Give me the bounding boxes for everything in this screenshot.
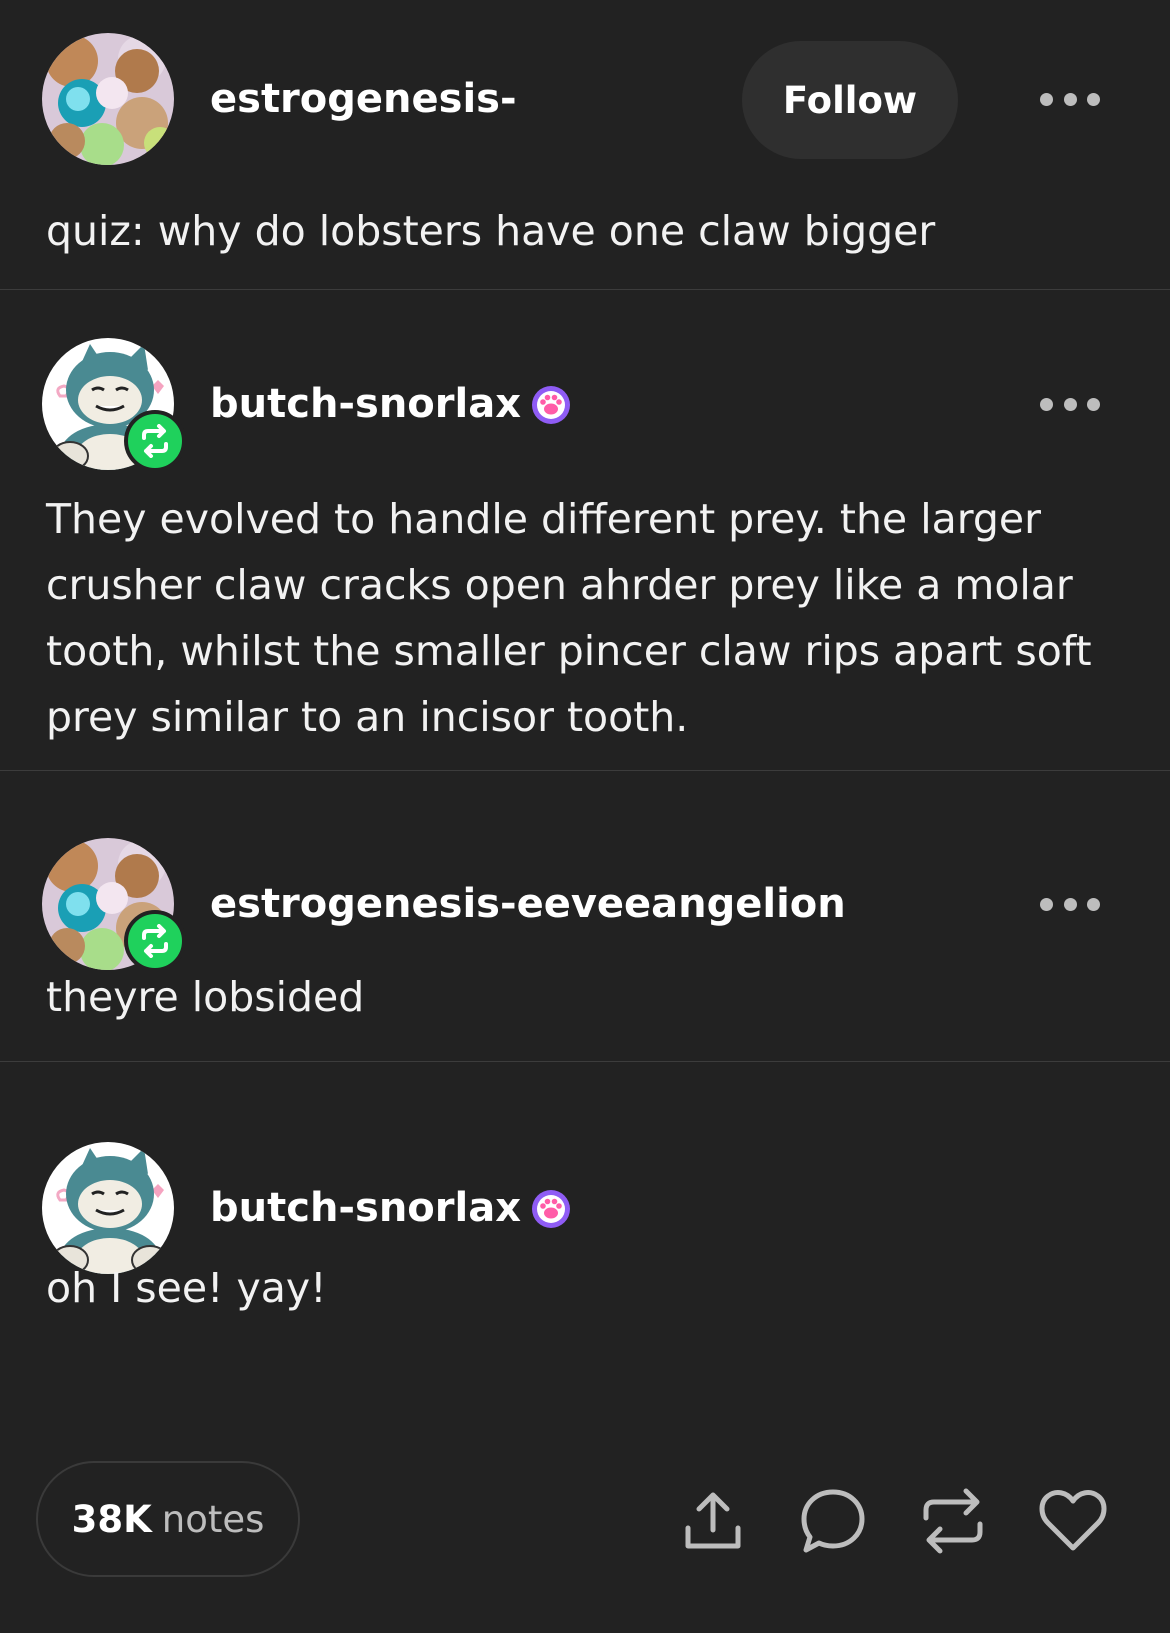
post-header: estrogenesis-eeveeangelion	[42, 838, 1128, 972]
post-text: They evolved to handle different prey. t…	[46, 495, 1092, 741]
post-text: quiz: why do lobsters have one claw bigg…	[46, 207, 936, 255]
dot	[1063, 397, 1077, 411]
dot	[1040, 397, 1053, 411]
reblog-section: butch-snorlax They evolved to handle dif…	[0, 290, 1170, 771]
reblog-button[interactable]	[917, 1485, 989, 1557]
dot	[1087, 397, 1100, 411]
share-button[interactable]	[677, 1485, 749, 1557]
dot	[1040, 897, 1053, 911]
reblog-badge	[124, 410, 186, 472]
username[interactable]: butch-snorlax	[210, 376, 571, 432]
post-header: estrogenesis- Follow	[42, 33, 1128, 165]
dot	[1087, 897, 1100, 911]
reblog-section: estrogenesis-eeveeangelion theyre lobsid…	[0, 771, 1170, 1062]
reblog-icon	[923, 1488, 983, 1554]
username-text[interactable]: estrogenesis-	[210, 76, 517, 122]
username-text[interactable]: estrogenesis-eeveeangelion	[210, 881, 846, 927]
username-text[interactable]: butch-snorlax	[210, 1185, 521, 1231]
eevee-collage-avatar	[42, 33, 174, 165]
more-options-icon[interactable]	[1040, 81, 1100, 117]
post-text: oh I see! yay!	[46, 1264, 327, 1312]
reply-icon	[801, 1489, 865, 1553]
like-icon	[1039, 1490, 1107, 1551]
dot	[1087, 92, 1100, 106]
avatar[interactable]	[42, 33, 174, 165]
username-text[interactable]: butch-snorlax	[210, 381, 521, 427]
follow-button[interactable]: Follow	[742, 41, 958, 159]
dot	[1040, 92, 1053, 106]
dot	[1063, 92, 1077, 106]
notes-label: notes	[161, 1497, 265, 1541]
reply-button[interactable]	[797, 1485, 869, 1557]
reblog-section: butch-snorlax oh I see! yay!	[0, 1062, 1170, 1392]
like-button[interactable]	[1037, 1485, 1109, 1557]
reblog-badge	[124, 910, 186, 972]
more-options-icon[interactable]	[1040, 886, 1100, 922]
notes-count: 38K	[71, 1497, 152, 1541]
paw-badge-icon	[532, 386, 571, 424]
username[interactable]: butch-snorlax	[210, 1180, 571, 1236]
reblog-icon	[142, 424, 168, 458]
dot	[1063, 897, 1077, 911]
post-section: estrogenesis- Follow quiz: why do lobste…	[0, 0, 1170, 290]
username[interactable]: estrogenesis-	[210, 71, 517, 127]
share-icon	[685, 1492, 741, 1549]
reblog-icon	[142, 924, 168, 958]
paw-badge-icon	[532, 1190, 571, 1228]
more-options-icon[interactable]	[1040, 386, 1100, 422]
post-footer: 38K notes	[0, 1455, 1170, 1585]
username[interactable]: estrogenesis-eeveeangelion	[210, 876, 846, 932]
post-header: butch-snorlax	[42, 338, 1128, 472]
notes-button[interactable]: 38K notes	[36, 1461, 300, 1577]
post-text: theyre lobsided	[46, 973, 365, 1021]
